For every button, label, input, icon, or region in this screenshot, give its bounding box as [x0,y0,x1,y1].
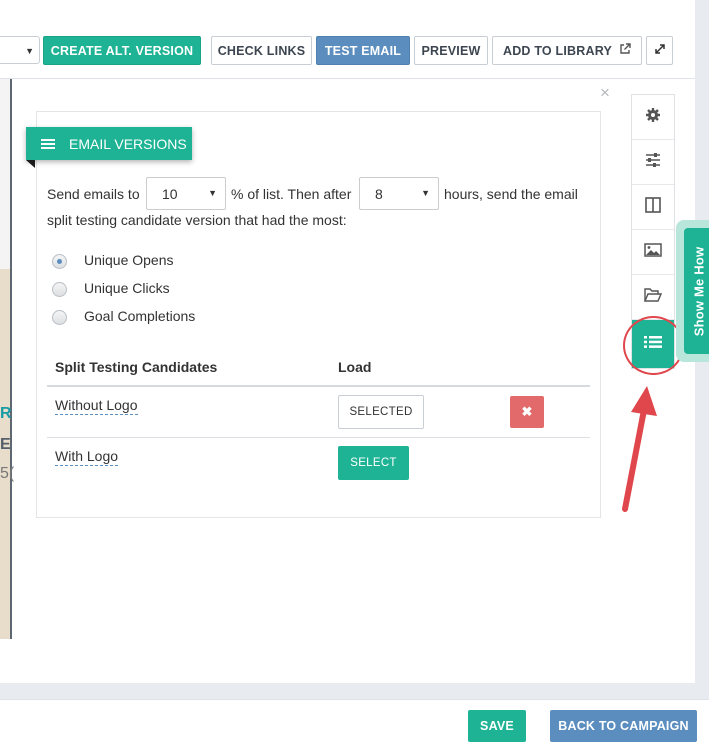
rail-files[interactable] [632,275,674,320]
radio-label-unique-opens: Unique Opens [84,252,174,268]
radio-unique-clicks[interactable] [52,282,67,297]
candidate-with-logo[interactable]: With Logo [55,448,119,466]
save-button[interactable]: SAVE [468,710,526,742]
preview-letter: E [0,436,11,453]
selected-button[interactable]: SELECTED [338,395,424,429]
show-me-how-label: Show Me How [691,246,707,336]
top-toolbar: ▼ CREATE ALT. VERSION CHECK LINKS TEST E… [0,0,695,79]
email-versions-header: EMAIL VERSIONS [26,127,192,160]
sliders-icon [645,152,661,172]
test-email-button[interactable]: TEST EMAIL [316,36,410,65]
highlight-ring [623,316,684,375]
caret-down-icon: ▼ [208,188,217,198]
version-dropdown[interactable]: ▼ [0,36,40,64]
rail-adjustments[interactable] [632,140,674,185]
criteria-label: split testing candidate version that had… [47,212,347,228]
preview-letter: R [0,405,12,422]
caret-down-icon: ▼ [25,46,34,56]
panel-title: EMAIL VERSIONS [69,135,187,152]
percent-value: 10 [162,185,178,202]
preview-button[interactable]: PREVIEW [414,36,488,65]
candidate-without-logo[interactable]: Without Logo [55,397,138,415]
percent-of-list-label: % of list. Then after [231,186,352,202]
bottom-bar: SAVE BACK TO CAMPAIGN [0,699,709,750]
folder-open-icon [643,287,663,307]
radio-label-goal-completions: Goal Completions [84,308,196,324]
send-emails-label: Send emails to [47,186,140,202]
gear-icon [645,107,661,128]
rail-layout[interactable] [632,185,674,230]
rail-settings[interactable] [632,95,674,140]
rail-images[interactable] [632,230,674,275]
image-icon [644,242,662,262]
radio-label-unique-clicks: Unique Clicks [84,280,170,296]
create-alt-version-button[interactable]: CREATE ALT. VERSION [43,36,201,65]
add-to-library-label: ADD TO LIBRARY [502,43,613,58]
hours-value: 8 [375,185,383,202]
column-header-load: Load [338,359,372,375]
select-button[interactable]: SELECT [338,446,409,480]
delete-candidate-button[interactable]: ✖ [510,396,544,428]
radio-unique-opens[interactable] [52,254,67,269]
external-link-icon [619,43,631,58]
back-to-campaign-button[interactable]: BACK TO CAMPAIGN [550,710,697,742]
fullscreen-button[interactable] [646,36,673,65]
email-preview-strip: R E 5( [0,79,15,639]
close-icon[interactable]: × [600,84,610,101]
preview-letter: 5( [0,465,15,482]
caret-down-icon: ▼ [421,188,430,198]
percent-select[interactable]: 10 ▼ [146,177,226,210]
delete-icon: ✖ [521,404,533,419]
show-me-how-tab[interactable]: Show Me How [684,228,709,354]
hours-label: hours, send the email [444,186,578,202]
columns-icon [645,196,661,218]
list-icon [41,138,55,149]
column-header-candidates: Split Testing Candidates [55,359,218,375]
expand-icon [654,43,666,58]
add-to-library-button[interactable]: ADD TO LIBRARY [492,36,642,65]
hours-select[interactable]: 8 ▼ [359,177,439,210]
radio-goal-completions[interactable] [52,310,67,325]
check-links-button[interactable]: CHECK LINKS [211,36,312,65]
